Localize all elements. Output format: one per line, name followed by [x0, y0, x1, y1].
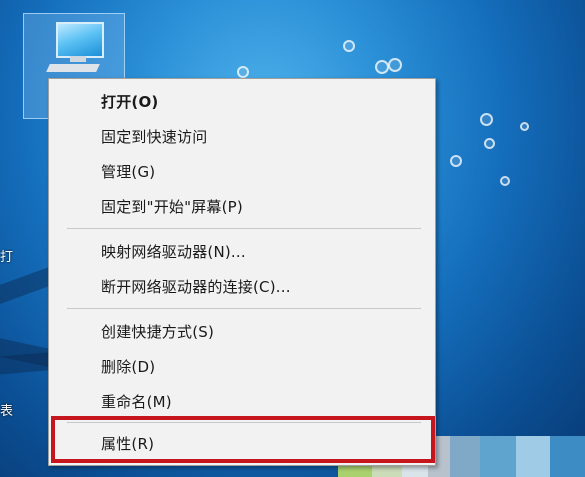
wallpaper-bubble [237, 66, 249, 78]
wallpaper-bubble [520, 122, 529, 131]
mosaic-block [450, 436, 480, 477]
wallpaper-bubble [484, 138, 495, 149]
keyboard-icon [46, 64, 100, 72]
desktop-edge-text: 打 [0, 250, 14, 265]
wallpaper-bubble [480, 113, 493, 126]
menu-item-open[interactable]: 打开(O) [101, 91, 158, 112]
wallpaper-bubble [375, 60, 389, 74]
computer-stand-icon [70, 56, 86, 62]
wallpaper-bubble [388, 58, 402, 72]
menu-item-rename[interactable]: 重命名(M) [101, 391, 172, 412]
desktop-edge-text: 表 [0, 404, 14, 419]
mosaic-block [480, 436, 516, 477]
menu-item-delete[interactable]: 删除(D) [101, 356, 155, 377]
wallpaper-bubble [500, 176, 510, 186]
computer-monitor-icon [56, 22, 104, 58]
menu-item-manage[interactable]: 管理(G) [101, 161, 155, 182]
properties-highlight-box [51, 416, 435, 463]
menu-separator [67, 228, 421, 229]
mosaic-block [550, 436, 585, 477]
wallpaper-bubble [450, 155, 462, 167]
menu-item-create-shortcut[interactable]: 创建快捷方式(S) [101, 321, 214, 342]
context-menu: 打开(O) 固定到快速访问 管理(G) 固定到"开始"屏幕(P) 映射网络驱动器… [48, 78, 436, 466]
menu-item-map-network-drive[interactable]: 映射网络驱动器(N)... [101, 241, 246, 262]
mosaic-block [516, 436, 550, 477]
menu-separator [67, 308, 421, 309]
menu-item-pin-start[interactable]: 固定到"开始"屏幕(P) [101, 196, 243, 217]
wallpaper-bubble [343, 40, 355, 52]
menu-item-disconnect-network-drive[interactable]: 断开网络驱动器的连接(C)... [101, 276, 291, 297]
menu-item-pin-quick-access[interactable]: 固定到快速访问 [101, 126, 207, 147]
